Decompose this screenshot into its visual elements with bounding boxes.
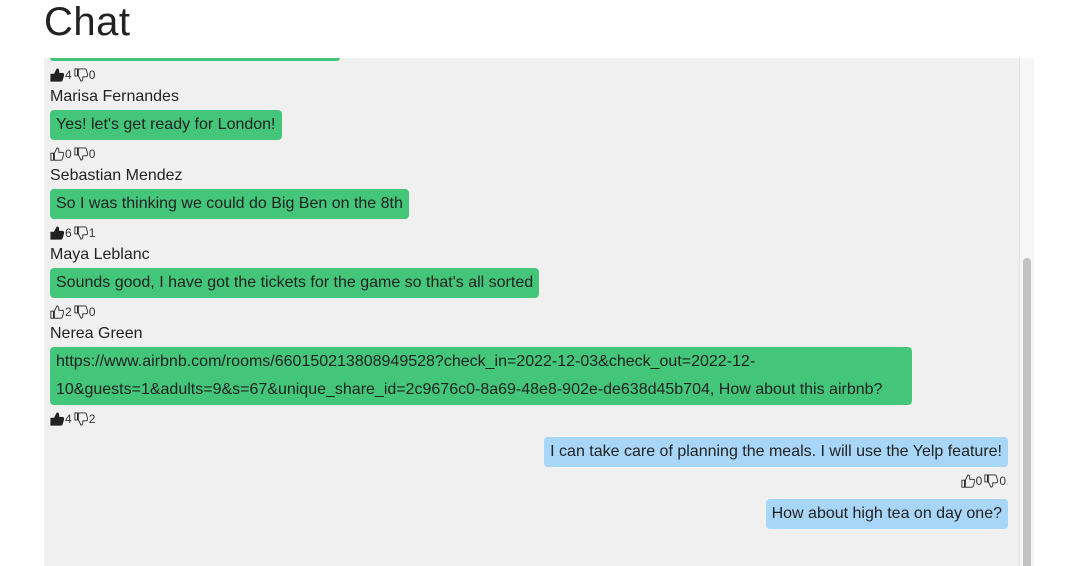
dislike-count: 0	[88, 147, 96, 161]
chat-message: Marisa Fernandes Yes! let's get ready fo…	[50, 87, 1008, 164]
dislike-count: 0	[88, 68, 96, 82]
scrollbar[interactable]	[1019, 58, 1034, 566]
dislike-button[interactable]: 0	[984, 474, 1007, 488]
dislike-button[interactable]: 1	[74, 226, 97, 240]
reactions: 4 2	[50, 409, 1008, 429]
dislike-button[interactable]: 2	[74, 412, 97, 426]
thumbs-down-icon	[74, 68, 88, 82]
thumbs-down-icon	[74, 305, 88, 319]
reactions: 0 0	[50, 471, 1008, 491]
thumbs-up-icon	[50, 305, 64, 319]
thumbs-down-icon	[74, 226, 88, 240]
like-button[interactable]: 4	[50, 412, 73, 426]
scrollbar-thumb[interactable]	[1023, 258, 1031, 566]
reactions: 0 0	[50, 144, 1008, 164]
dislike-count: 1	[88, 226, 96, 240]
message-bubble[interactable]: I can take care of planning the meals. I…	[544, 437, 1008, 467]
sender-name: Nerea Green	[50, 325, 143, 342]
like-button[interactable]: 0	[961, 474, 984, 488]
thumbs-down-icon	[74, 412, 88, 426]
chat-message: How about high tea on day one?	[50, 499, 1008, 529]
thumbs-up-icon	[50, 68, 64, 82]
sender-name: Maya Leblanc	[50, 246, 150, 263]
chat-panel[interactable]: 4 0 Marisa Fernandes Yes! let's get read…	[44, 58, 1034, 566]
like-button[interactable]: 6	[50, 226, 73, 240]
message-bubble[interactable]: How about high tea on day one?	[765, 499, 1008, 529]
dislike-count: 2	[88, 412, 96, 426]
dislike-button[interactable]: 0	[74, 305, 97, 319]
dislike-button[interactable]: 0	[74, 147, 97, 161]
thumbs-up-icon	[50, 226, 64, 240]
sender-name: Sebastian Mendez	[50, 167, 183, 184]
like-count: 4	[65, 412, 72, 426]
like-count: 4	[65, 68, 72, 82]
reactions: 6 1	[50, 223, 1008, 243]
previous-message-bubble	[50, 58, 340, 61]
chat-message: I can take care of planning the meals. I…	[50, 437, 1008, 491]
message-bubble[interactable]: Sounds good, I have got the tickets for …	[50, 268, 540, 298]
chat-message: Sebastian Mendez So I was thinking we co…	[50, 166, 1008, 243]
previous-message: 4 0	[50, 65, 1008, 85]
message-bubble[interactable]: Yes! let's get ready for London!	[50, 110, 282, 140]
thumbs-up-icon	[961, 474, 975, 488]
like-count: 0	[975, 474, 983, 488]
thumbs-up-icon	[50, 147, 64, 161]
like-count: 2	[65, 305, 72, 319]
like-count: 6	[65, 226, 72, 240]
chat-message: Nerea Green https://www.airbnb.com/rooms…	[50, 324, 1008, 429]
dislike-count: 0	[999, 474, 1006, 488]
reactions: 4 0	[50, 65, 1008, 85]
sender-name: Marisa Fernandes	[50, 88, 179, 105]
message-bubble[interactable]: https://www.airbnb.com/rooms/66015021380…	[50, 347, 912, 405]
thumbs-down-icon	[74, 147, 88, 161]
thumbs-down-icon	[984, 474, 999, 488]
dislike-button[interactable]: 0	[74, 68, 97, 82]
chat-message: Maya Leblanc Sounds good, I have got the…	[50, 245, 1008, 322]
like-count: 0	[65, 147, 72, 161]
like-button[interactable]: 4	[50, 68, 73, 82]
page-title: Chat	[44, 0, 131, 44]
thumbs-up-icon	[50, 412, 64, 426]
reactions: 2 0	[50, 302, 1008, 322]
like-button[interactable]: 2	[50, 305, 73, 319]
dislike-count: 0	[88, 305, 96, 319]
message-list: 4 0 Marisa Fernandes Yes! let's get read…	[50, 58, 1008, 529]
like-button[interactable]: 0	[50, 147, 73, 161]
message-bubble[interactable]: So I was thinking we could do Big Ben on…	[50, 189, 409, 219]
